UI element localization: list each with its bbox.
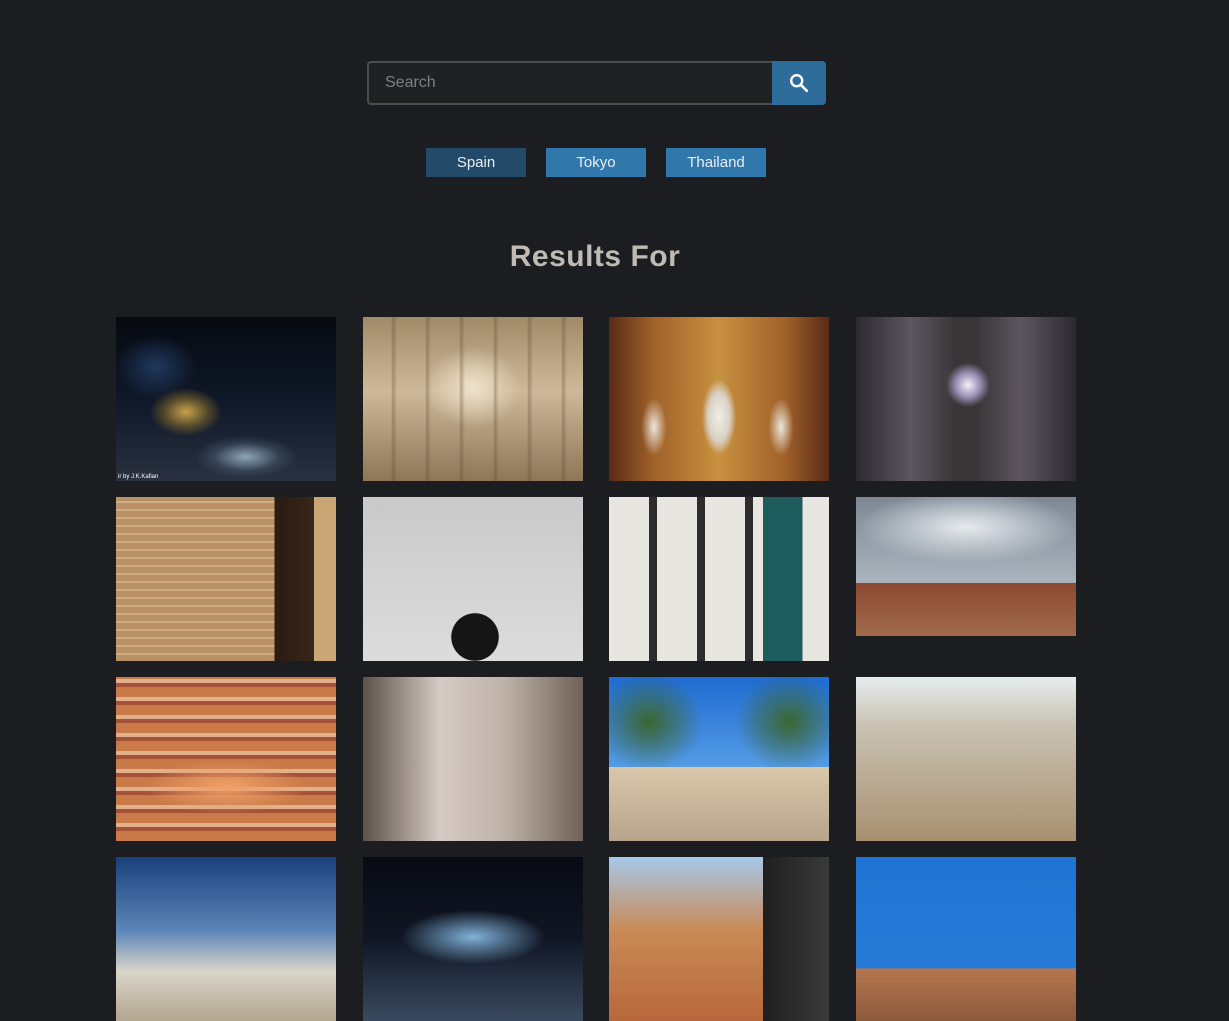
gallery-image[interactable] — [855, 857, 1076, 1021]
tag-tokyo[interactable]: Tokyo — [546, 148, 646, 177]
gallery-image[interactable] — [362, 497, 583, 661]
gallery-image[interactable] — [116, 677, 336, 841]
gallery-image[interactable] — [362, 857, 583, 1021]
gallery-image[interactable] — [116, 497, 336, 661]
gallery-image[interactable]: ir by J.K.Kafian — [116, 317, 336, 481]
gallery-image[interactable] — [855, 317, 1076, 481]
results-title: Results For — [509, 240, 681, 273]
image-gallery: ir by J.K.Kafian — [116, 317, 1076, 1021]
tag-filters: Spain Tokyo Thailand — [426, 148, 766, 177]
gallery-image[interactable] — [362, 677, 583, 841]
gallery-image[interactable] — [116, 857, 336, 1021]
search-input[interactable] — [367, 61, 772, 105]
gallery-image[interactable] — [609, 317, 829, 481]
search-button[interactable] — [772, 61, 826, 105]
gallery-image[interactable] — [609, 857, 829, 1021]
gallery-image[interactable] — [609, 497, 829, 661]
gallery-image[interactable] — [855, 677, 1076, 841]
tag-thailand[interactable]: Thailand — [666, 148, 766, 177]
search-icon — [790, 74, 809, 93]
gallery-image[interactable] — [609, 677, 829, 841]
gallery-image[interactable] — [855, 497, 1076, 636]
tag-spain[interactable]: Spain — [426, 148, 526, 177]
gallery-image[interactable] — [362, 317, 583, 481]
search-bar — [367, 61, 826, 105]
photo-credit: ir by J.K.Kafian — [118, 474, 159, 480]
